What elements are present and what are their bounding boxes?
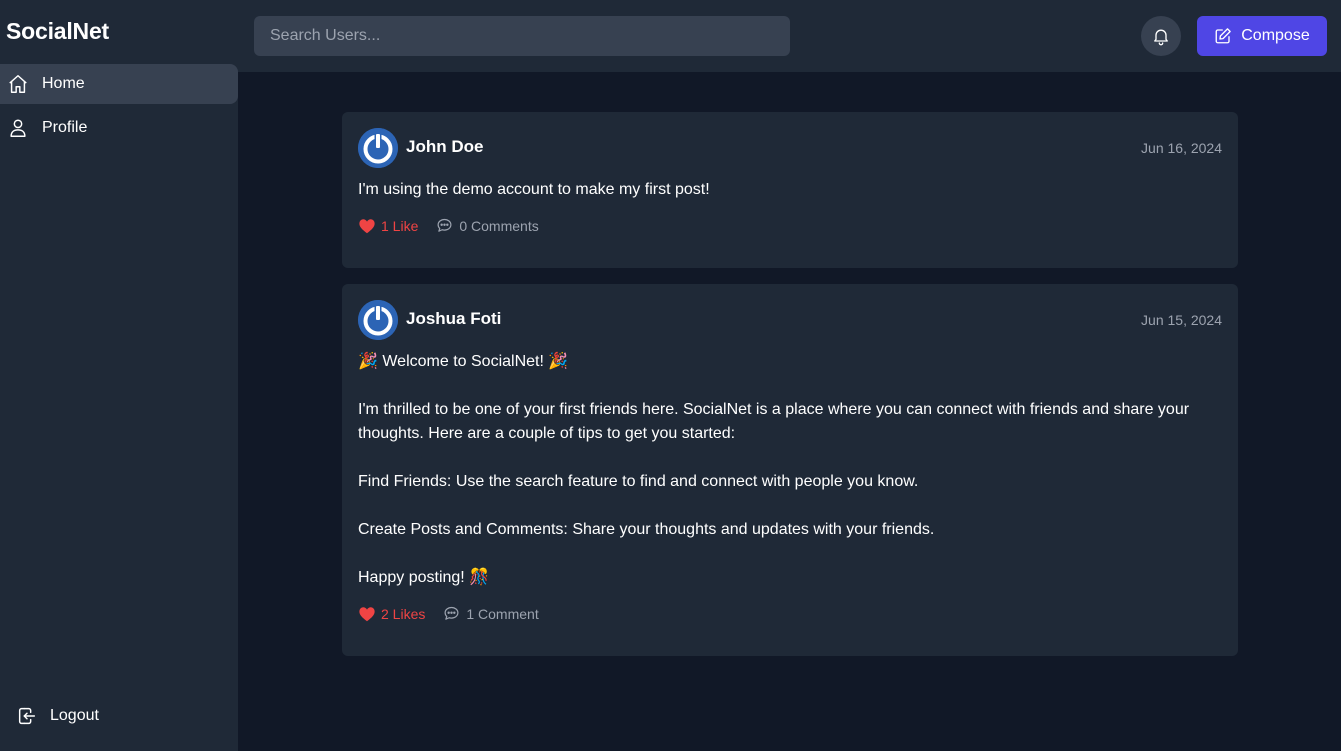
comment-button[interactable]: 0 Comments	[436, 217, 539, 234]
post-actions: 2 Likes 1 Comment	[358, 605, 539, 622]
avatar[interactable]	[358, 300, 398, 340]
post-date: Jun 15, 2024	[1141, 312, 1222, 328]
sidebar-item-label: Home	[42, 75, 85, 92]
like-count: 1 Like	[381, 217, 419, 234]
post-body: I'm using the demo account to make my fi…	[358, 181, 710, 198]
heart-icon	[358, 606, 376, 622]
logout-icon	[16, 705, 38, 727]
heart-icon	[358, 218, 376, 234]
power-icon	[358, 300, 398, 340]
sidebar: SocialNet Home Profile Logout	[0, 0, 238, 751]
sidebar-item-profile[interactable]: Profile	[0, 108, 238, 148]
sidebar-item-label: Profile	[42, 119, 88, 136]
chat-bubble-icon	[443, 605, 460, 622]
home-icon	[7, 73, 29, 95]
bell-icon	[1151, 26, 1171, 46]
user-icon	[7, 117, 29, 139]
like-count: 2 Likes	[381, 605, 426, 622]
search-input[interactable]	[254, 16, 790, 56]
post-card: Joshua Foti Jun 15, 2024 🎉 Welcome to So…	[342, 284, 1238, 656]
compose-label: Compose	[1241, 27, 1310, 44]
avatar[interactable]	[358, 128, 398, 168]
logout-label: Logout	[50, 707, 99, 724]
post-actions: 1 Like 0 Comments	[358, 217, 539, 234]
logout-button[interactable]: Logout	[0, 696, 238, 736]
pencil-square-icon	[1214, 27, 1232, 45]
post-author[interactable]: John Doe	[406, 137, 483, 157]
sidebar-item-home[interactable]: Home	[0, 64, 238, 104]
brand-logo[interactable]: SocialNet	[6, 18, 109, 45]
post-card: John Doe Jun 16, 2024 I'm using the demo…	[342, 112, 1238, 268]
post-date: Jun 16, 2024	[1141, 140, 1222, 156]
post-body: 🎉 Welcome to SocialNet! 🎉 I'm thrilled t…	[358, 353, 1190, 586]
comment-count: 0 Comments	[459, 217, 539, 234]
like-button[interactable]: 2 Likes	[358, 606, 425, 622]
chat-bubble-icon	[436, 217, 453, 234]
post-author[interactable]: Joshua Foti	[406, 309, 501, 329]
like-button[interactable]: 1 Like	[358, 218, 418, 234]
power-icon	[358, 128, 398, 168]
top-bar: Compose	[238, 0, 1341, 72]
notifications-button[interactable]	[1141, 16, 1181, 56]
comment-count: 1 Comment	[466, 605, 539, 622]
compose-button[interactable]: Compose	[1197, 16, 1327, 56]
comment-button[interactable]: 1 Comment	[443, 605, 539, 622]
